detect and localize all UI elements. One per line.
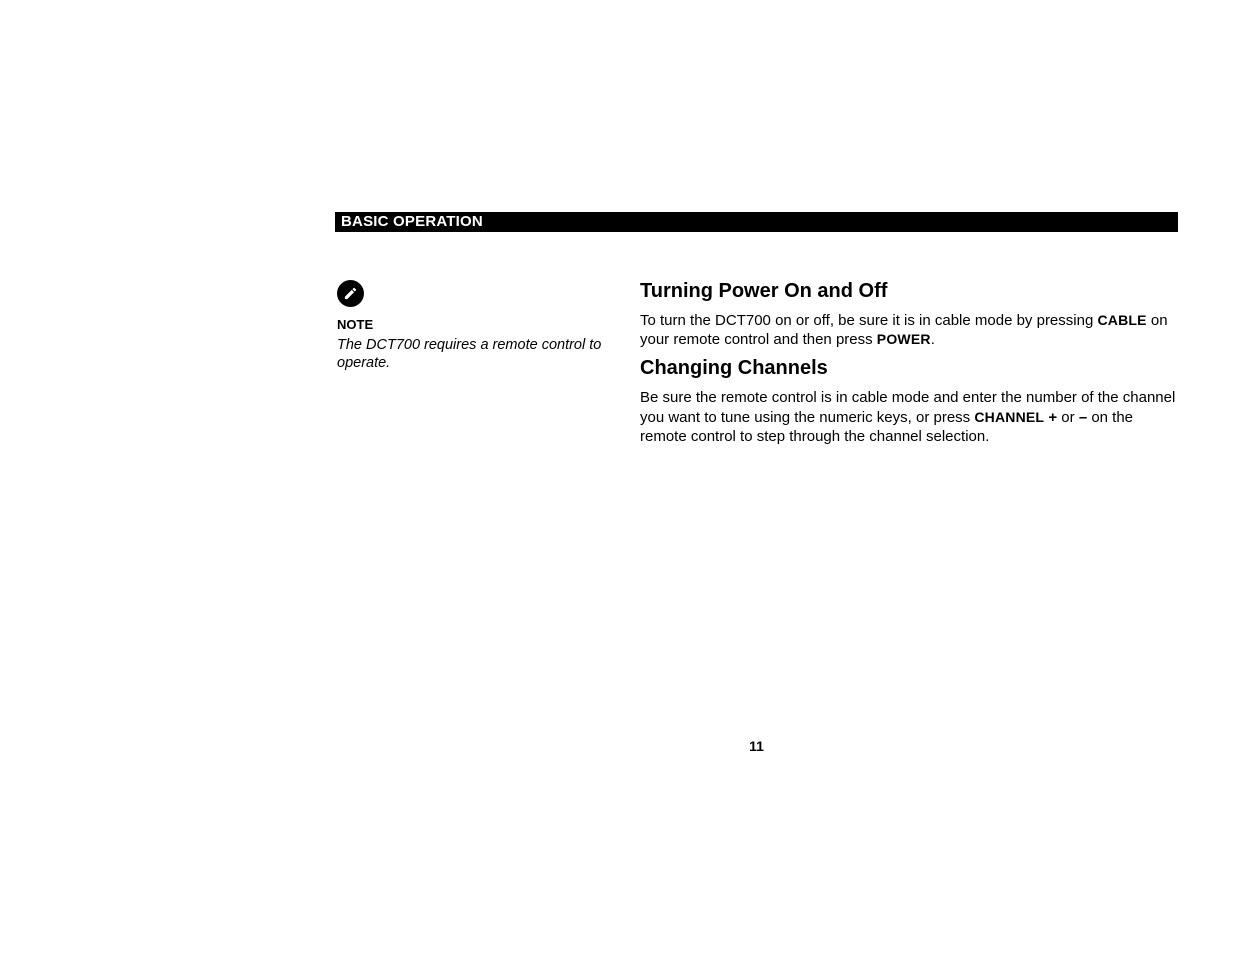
note-sidebar: NOTE The DCT700 requires a remote contro… [335,280,640,452]
main-content: Turning Power On and Off To turn the DCT… [640,280,1178,452]
pencil-icon [337,280,364,307]
note-text: The DCT700 requires a remote control to … [337,336,610,372]
section-title: BASIC OPERATION [341,213,483,230]
document-page: BASIC OPERATION NOTE The DCT700 requires… [335,212,1178,452]
key-minus: – [1079,409,1087,426]
page-number: 11 [335,738,1178,754]
heading-power: Turning Power On and Off [640,280,1178,303]
section-header-bar: BASIC OPERATION [335,212,1178,232]
key-cable: CABLE [1097,312,1146,328]
key-plus: + [1044,409,1057,426]
text-run: . [931,331,935,348]
text-run: To turn the DCT700 on or off, be sure it… [640,312,1097,329]
heading-channels: Changing Channels [640,357,1178,380]
note-label: NOTE [337,317,610,332]
content-columns: NOTE The DCT700 requires a remote contro… [335,280,1178,452]
paragraph-power: To turn the DCT700 on or off, be sure it… [640,311,1178,349]
key-channel: CHANNEL [974,409,1044,425]
text-run: or [1057,409,1079,426]
key-power: POWER [877,331,931,347]
paragraph-channels: Be sure the remote control is in cable m… [640,388,1178,446]
